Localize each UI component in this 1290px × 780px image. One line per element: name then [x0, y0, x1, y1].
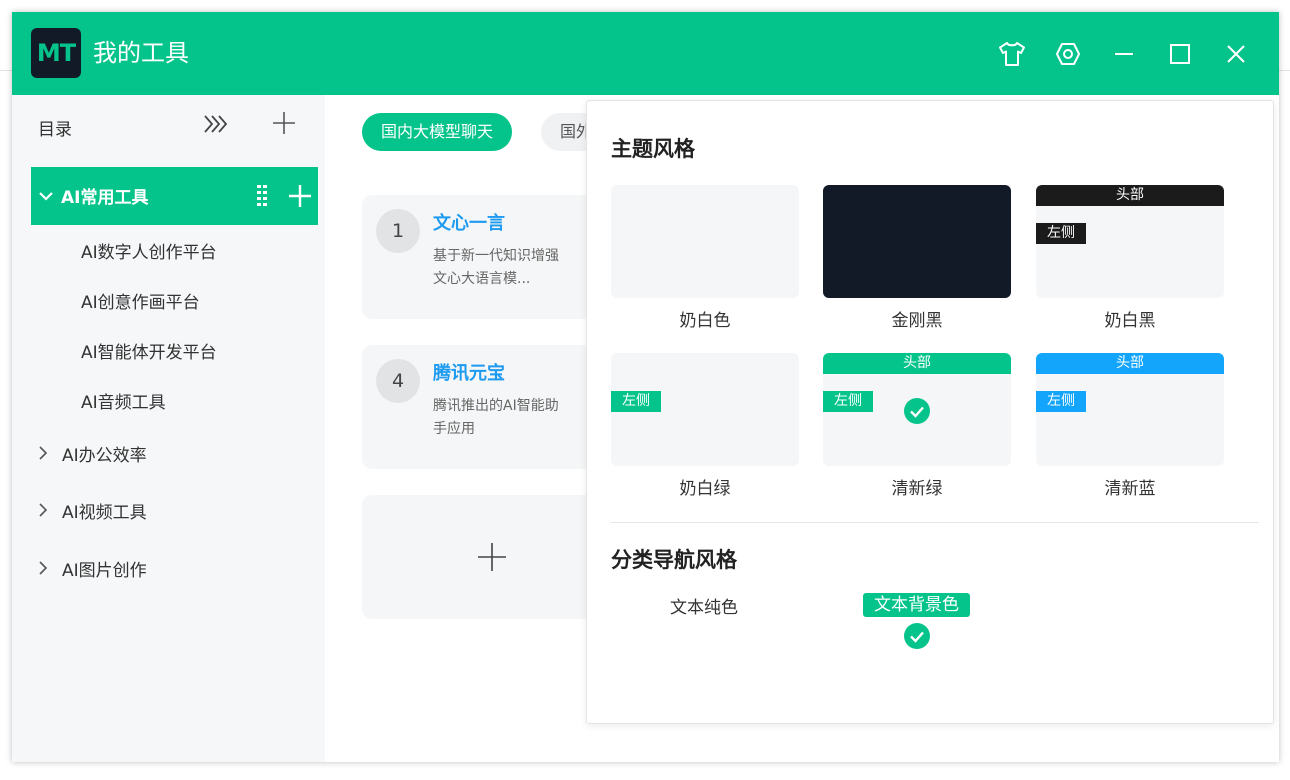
chevron-right-icon — [39, 561, 48, 575]
theme-thumbnail: 头部 左侧 — [823, 353, 1011, 466]
theme-option-fresh-blue[interactable]: 头部 左侧 清新蓝 — [1036, 353, 1224, 499]
theme-option-milk-white[interactable]: 奶白色 — [611, 185, 799, 331]
triple-chevron-right-icon — [204, 115, 228, 133]
app-window: MT 我的工具 目录 AI常用工具 AI数字人创作平台 AI创意作画平台 AI智… — [12, 12, 1279, 762]
category-ai-common-tools[interactable]: AI常用工具 — [31, 167, 318, 225]
shirt-icon — [999, 42, 1025, 66]
card-number: 1 — [376, 209, 420, 253]
card-title: 文心一言 — [433, 213, 505, 234]
theme-name: 金刚黑 — [891, 311, 943, 331]
category-label: AI办公效率 — [62, 445, 147, 466]
add-category-button[interactable] — [270, 109, 298, 137]
sidebar: 目录 AI常用工具 AI数字人创作平台 AI创意作画平台 AI智能体开发平台 A… — [12, 95, 325, 762]
thumb-header: 头部 — [823, 353, 1011, 374]
check-circle-icon — [904, 398, 930, 424]
thumb-sidebar: 左侧 — [823, 391, 873, 412]
thumb-sidebar: 左侧 — [1036, 223, 1086, 244]
subcategory-item[interactable]: AI数字人创作平台 — [81, 238, 217, 263]
maximize-button[interactable] — [1162, 36, 1198, 72]
category-item[interactable]: AI视频工具 — [36, 498, 147, 523]
desktop-edge-line — [0, 70, 12, 71]
theme-style-title: 主题风格 — [611, 137, 695, 161]
card-title: 腾讯元宝 — [433, 363, 505, 384]
theme-thumbnail: 左侧 — [611, 353, 799, 466]
card-number: 4 — [376, 359, 420, 403]
theme-option-milk-green[interactable]: 左侧 奶白绿 — [611, 353, 799, 499]
theme-skin-button[interactable] — [994, 36, 1030, 72]
app-title: 我的工具 — [93, 39, 189, 67]
category-label: AI图片创作 — [62, 560, 147, 581]
theme-name: 清新蓝 — [1104, 479, 1156, 499]
card-description: 腾讯推出的AI智能助手应用 — [433, 398, 559, 437]
card-description: 基于新一代知识增强文心大语言模... — [433, 248, 559, 287]
plus-icon — [273, 112, 295, 134]
theme-name: 奶白黑 — [1104, 311, 1156, 331]
maximize-icon — [1170, 44, 1190, 64]
tab-domestic-llm-chat[interactable]: 国内大模型聊天 — [362, 113, 513, 151]
directory-label: 目录 — [38, 120, 72, 140]
tool-card[interactable]: 4 腾讯元宝 腾讯推出的AI智能助手应用 — [362, 345, 622, 469]
desktop-edge-line — [1279, 70, 1290, 71]
settings-icon — [1056, 43, 1080, 65]
thumb-header: 头部 — [1036, 185, 1224, 206]
chevron-down-icon — [39, 192, 53, 201]
theme-thumbnail — [611, 185, 799, 298]
category-label: AI视频工具 — [62, 502, 147, 523]
theme-option-diamond-black[interactable]: 金刚黑 — [823, 185, 1011, 331]
theme-settings-panel: 主题风格 奶白色 金刚黑 头部 左侧 奶白黑 左侧 奶白绿 头部 左侧 清新绿 … — [586, 100, 1274, 724]
add-tool-card[interactable] — [362, 495, 622, 619]
expand-all-button[interactable] — [202, 111, 232, 137]
category-label: AI常用工具 — [61, 188, 149, 208]
subcategory-item[interactable]: AI智能体开发平台 — [81, 338, 217, 363]
nav-style-text-background[interactable]: 文本背景色 — [863, 593, 970, 617]
theme-option-fresh-green[interactable]: 头部 左侧 清新绿 — [823, 353, 1011, 499]
tool-card[interactable]: 1 文心一言 基于新一代知识增强文心大语言模... — [362, 195, 622, 319]
thumb-sidebar: 左侧 — [1036, 391, 1086, 412]
theme-option-milk-black[interactable]: 头部 左侧 奶白黑 — [1036, 185, 1224, 331]
theme-name: 奶白绿 — [679, 479, 731, 499]
theme-thumbnail — [823, 185, 1011, 298]
panel-divider — [611, 522, 1259, 523]
settings-button[interactable] — [1050, 36, 1086, 72]
theme-thumbnail: 头部 左侧 — [1036, 185, 1224, 298]
titlebar: MT 我的工具 — [12, 12, 1279, 95]
add-subcategory-icon[interactable] — [287, 183, 313, 209]
plus-icon — [478, 543, 506, 571]
close-icon — [1227, 45, 1245, 63]
thumb-sidebar: 左侧 — [611, 391, 661, 412]
theme-name: 奶白色 — [679, 311, 731, 331]
app-logo: MT — [31, 28, 81, 78]
chevron-right-icon — [39, 503, 48, 517]
nav-style-plain-text[interactable]: 文本纯色 — [670, 593, 738, 618]
thumb-header: 头部 — [1036, 353, 1224, 374]
theme-name: 清新绿 — [891, 479, 943, 499]
subcategory-item[interactable]: AI音频工具 — [81, 388, 166, 413]
theme-thumbnail: 头部 左侧 — [1036, 353, 1224, 466]
check-circle-icon — [904, 623, 930, 649]
category-item[interactable]: AI图片创作 — [36, 556, 147, 581]
subcategory-item[interactable]: AI创意作画平台 — [81, 288, 200, 313]
category-item[interactable]: AI办公效率 — [36, 441, 147, 466]
minimize-button[interactable] — [1106, 36, 1142, 72]
drag-handle-icon[interactable] — [255, 183, 269, 207]
chevron-right-icon — [39, 446, 48, 460]
minimize-icon — [1115, 53, 1133, 55]
close-button[interactable] — [1218, 36, 1254, 72]
nav-style-title: 分类导航风格 — [611, 548, 737, 572]
